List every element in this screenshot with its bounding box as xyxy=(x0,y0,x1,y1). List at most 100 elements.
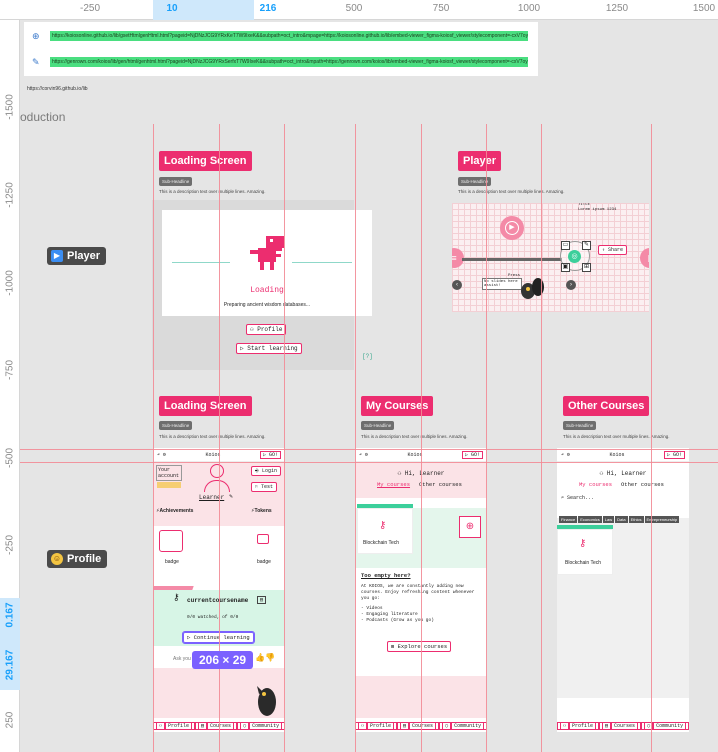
ruler-tick: 500 xyxy=(345,3,363,14)
plus-icon: ⊕ xyxy=(465,521,475,532)
category-tag[interactable]: Economics xyxy=(578,516,602,523)
prev-button[interactable]: ‹ xyxy=(452,280,462,290)
section-title: Loading Screen xyxy=(159,396,252,416)
help-icon[interactable]: [?] xyxy=(362,353,373,360)
link-url[interactable]: https://koiosonline.github.io/lib/gsetHt… xyxy=(50,31,528,41)
tab-other-courses[interactable]: Other courses xyxy=(419,481,462,488)
top-bar: ↶ ⚙ Koios ▷ GO! xyxy=(153,448,285,462)
notes-button[interactable]: ✎ xyxy=(582,241,591,250)
play-icon: ▶ xyxy=(505,221,519,235)
row-label-text: Profile xyxy=(67,553,102,565)
key-icon: ⚷ xyxy=(579,538,587,549)
ruler-tick: 216 xyxy=(259,3,277,14)
book-icon: ▤ xyxy=(602,722,612,730)
grid-icon: ⊞ xyxy=(391,643,395,650)
badge-icon[interactable] xyxy=(257,534,269,544)
test-label: Test xyxy=(261,484,274,490)
empty-title: Too empty here? xyxy=(361,572,411,579)
category-tag[interactable]: Finance xyxy=(559,516,578,523)
start-learning-button[interactable]: ▷ Start learning xyxy=(236,343,302,354)
top-bar: ↶ ⚙ Koios ▷ GO! xyxy=(557,448,689,462)
chat-icon: ▣ xyxy=(562,264,569,270)
login-button[interactable]: ⎆ Login xyxy=(251,466,282,476)
edit-icon[interactable]: ✎ xyxy=(229,494,233,500)
ruler-tick: 1000 xyxy=(517,3,541,14)
share-label: Share xyxy=(608,247,624,253)
progress-track[interactable] xyxy=(462,258,562,261)
row-label-profile: ☺ Profile xyxy=(47,550,108,568)
user-icon: ⚇ xyxy=(358,722,368,730)
back-icon[interactable]: ↶ ⚙ xyxy=(359,452,368,458)
play-button[interactable]: ▶ xyxy=(500,216,524,240)
tablet-button[interactable]: ▯ xyxy=(640,248,649,268)
loading-text: Loading xyxy=(250,286,284,295)
add-course-button[interactable]: ⊕ xyxy=(459,516,481,538)
play-icon: ▷ xyxy=(666,451,670,458)
nav-community[interactable]: ◯ Community xyxy=(237,722,285,730)
my-courses-screen: ↶ ⚙ Koios ▷ GO! ⚇ Hi, Learner My courses… xyxy=(355,448,487,732)
course-card[interactable] xyxy=(557,529,613,575)
category-tag[interactable]: Data xyxy=(615,516,628,523)
section-desc: This is a description text over multiple… xyxy=(159,189,266,194)
link-url[interactable]: https://genrown.com/koios/lib/gen/html/g… xyxy=(50,57,528,67)
tab-other-courses[interactable]: Other courses xyxy=(621,481,664,488)
continue-learning-button[interactable]: ▷ Continue learning xyxy=(182,631,255,644)
grid-button[interactable]: ⊞ xyxy=(582,263,591,272)
explore-courses-button[interactable]: ⊞ Explore courses xyxy=(387,641,452,652)
share-button[interactable]: ⇪ Share xyxy=(598,245,628,255)
go-button[interactable]: ▷ GO! xyxy=(663,450,685,459)
profile-button[interactable]: ⚇ Profile xyxy=(246,324,287,335)
section-desc: This is a description text over multiple… xyxy=(563,434,670,439)
achievements-heading: ⚡Achievements xyxy=(156,508,193,514)
row-label-text: Player xyxy=(67,250,101,262)
back-icon[interactable]: ↶ ⚙ xyxy=(157,452,166,458)
share-icon: ⇪ xyxy=(602,247,606,253)
link-row[interactable]: ⊕ https://koiosonline.github.io/lib/gset… xyxy=(32,28,528,44)
nav-community[interactable]: ◯ Community xyxy=(439,722,487,730)
watched-text: 0/0 watched, of 0/0 xyxy=(187,615,239,620)
test-button[interactable]: ⚐ Test xyxy=(251,482,278,492)
course-card[interactable] xyxy=(357,508,413,554)
ruler-tick: 750 xyxy=(432,3,450,14)
ruler-tick: -750 xyxy=(4,359,16,381)
tab-my-courses[interactable]: My courses xyxy=(377,481,410,488)
nav-profile[interactable]: ⚇ Profile xyxy=(153,722,196,730)
nav-profile[interactable]: ⚇ Profile xyxy=(557,722,600,730)
category-tag[interactable]: Law xyxy=(602,516,615,523)
thumbs-icons[interactable]: 👍👎 xyxy=(255,653,275,662)
nav-courses[interactable]: ▤ Courses xyxy=(599,722,642,730)
category-tag[interactable]: Ethics xyxy=(628,516,644,523)
category-tag[interactable]: Entrepreneurship xyxy=(644,516,680,523)
nav-courses-label: Courses xyxy=(207,722,235,730)
left-ruler: -1500 -1250 -1000 -750 -500 -250 0.167 2… xyxy=(0,20,20,752)
play-icon: ▷ xyxy=(187,634,191,641)
ruler-tick: 0.167 xyxy=(4,602,16,628)
list-icon[interactable]: ▤ xyxy=(257,596,267,604)
go-button[interactable]: ▷ GO! xyxy=(259,450,281,459)
slides-button[interactable]: ▭ xyxy=(561,241,570,250)
back-icon[interactable]: ↶ ⚙ xyxy=(561,452,570,458)
tab-my-courses[interactable]: My courses xyxy=(579,481,612,488)
target-icon: ◎ xyxy=(571,253,578,260)
nav-courses[interactable]: ▤ Courses xyxy=(397,722,440,730)
search-field[interactable]: ⌕ Search... xyxy=(561,495,594,501)
nav-courses-label: Courses xyxy=(611,722,639,730)
nav-profile[interactable]: ⚇ Profile xyxy=(355,722,398,730)
link-row[interactable]: ✎ https://genrown.com/koios/lib/gen/html… xyxy=(32,54,528,70)
section-chip: Sub-Headline xyxy=(159,421,193,430)
nav-courses[interactable]: ▤ Courses xyxy=(195,722,238,730)
profile-button-label: Profile xyxy=(257,326,283,333)
ruler-tick: -1250 xyxy=(4,182,16,208)
section-title: My Courses xyxy=(361,396,434,416)
go-label: GO! xyxy=(470,451,480,458)
nav-community[interactable]: ◯ Community xyxy=(641,722,689,730)
site-link[interactable]: https://corvin96.github.io/lib xyxy=(27,86,88,92)
nav-community-label: Community xyxy=(653,722,687,730)
chat-button[interactable]: ▣ xyxy=(561,263,570,272)
badge-icon[interactable] xyxy=(159,530,183,552)
loading-subtext: Preparing ancient wisdom databases... xyxy=(223,302,311,308)
next-button[interactable]: › xyxy=(566,280,576,290)
go-button[interactable]: ▷ GO! xyxy=(461,450,483,459)
empty-body: At KOIOS, we are constantly adding new c… xyxy=(361,584,475,602)
center-control[interactable]: ◎ xyxy=(568,250,581,263)
